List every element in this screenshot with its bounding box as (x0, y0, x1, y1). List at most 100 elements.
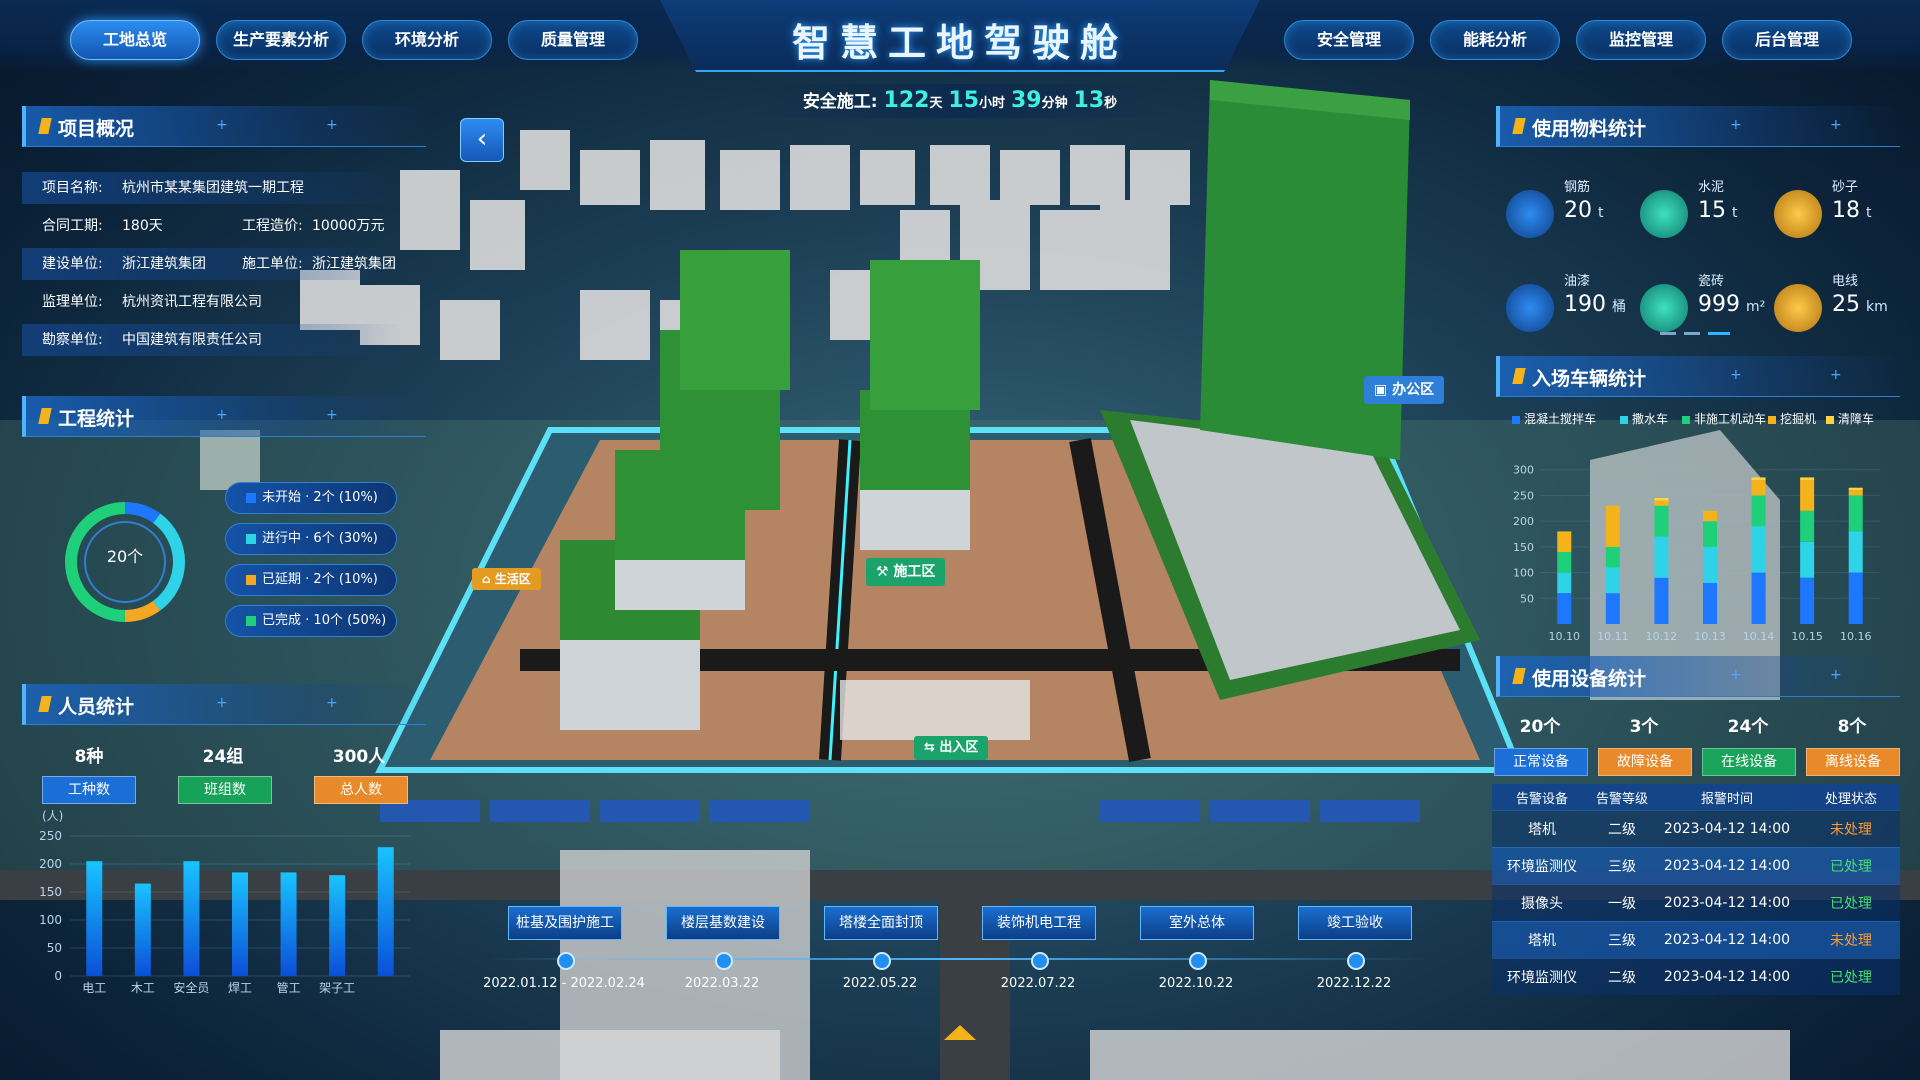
stack-6-0[interactable] (1848, 572, 1863, 624)
stack-3-1[interactable] (1703, 546, 1717, 583)
stack-1-3[interactable] (1605, 505, 1620, 547)
stack-0-3[interactable] (1557, 531, 1572, 552)
online-devices-button[interactable]: 在线设备 (1702, 748, 1796, 776)
material-name: 砂子 (1832, 180, 1859, 195)
carousel-dot[interactable] (1684, 332, 1700, 335)
legend-value: 6个 (30%) (313, 531, 378, 546)
stack-0-1[interactable] (1557, 572, 1572, 594)
timeline-phase-1[interactable]: 桩基及围护施工 (508, 906, 622, 940)
timer-minutes-unit: 分钟 (1041, 96, 1068, 111)
material-unit: m² (1746, 299, 1766, 315)
stack-6-3[interactable] (1848, 490, 1863, 496)
legend-completed[interactable]: 已完成 · 10个 (50%) (225, 605, 397, 637)
nav-tab-environment[interactable]: 环境分析 (362, 20, 492, 60)
zone-construction-label[interactable]: ⚒ 施工区 (866, 558, 946, 586)
legend-in-progress[interactable]: 进行中 · 6个 (30%) (225, 523, 397, 555)
stack-6-1[interactable] (1848, 531, 1863, 573)
stack-5-3[interactable] (1800, 480, 1815, 511)
timeline-phase-2[interactable]: 楼层基数建设 (666, 906, 780, 940)
nav-tab-safety[interactable]: 安全管理 (1284, 20, 1414, 60)
stack-5-2[interactable] (1800, 510, 1815, 542)
timeline-node[interactable] (1347, 952, 1365, 970)
timeline-node[interactable] (1189, 952, 1207, 970)
nav-tab-production[interactable]: 生产要素分析 (216, 20, 346, 60)
bar-0[interactable] (86, 861, 103, 976)
nav-tab-quality[interactable]: 质量管理 (508, 20, 638, 60)
bar-1[interactable] (134, 883, 151, 976)
stack-3-3[interactable] (1703, 510, 1717, 522)
faulty-devices-button[interactable]: 故障设备 (1598, 748, 1692, 776)
stack-0-2[interactable] (1557, 552, 1572, 573)
stack-3-2[interactable] (1703, 521, 1717, 547)
timeline-phase-5[interactable]: 室外总体 (1140, 906, 1254, 940)
cross-icon: + (1730, 367, 1742, 383)
table-row[interactable]: 塔机 三级 2023-04-12 14:00 未处理 (1492, 921, 1900, 958)
cell-level: 一级 (1608, 896, 1636, 912)
zone-office-label[interactable]: ▣ 办公区 (1364, 376, 1445, 404)
nav-tab-admin[interactable]: 后台管理 (1722, 20, 1852, 60)
offline-devices-button[interactable]: 离线设备 (1806, 748, 1900, 776)
back-button[interactable]: ‹ (460, 118, 504, 162)
cross-icon: + (326, 695, 338, 711)
zone-living-label[interactable]: ⌂ 生活区 (472, 568, 541, 590)
normal-devices-button[interactable]: 正常设备 (1494, 748, 1588, 776)
stack-5-4[interactable] (1800, 477, 1815, 480)
bar-3[interactable] (232, 872, 248, 976)
stack-2-1[interactable] (1654, 536, 1669, 578)
stack-1-1[interactable] (1605, 567, 1620, 594)
stack-1-2[interactable] (1605, 546, 1620, 568)
stack-6-4[interactable] (1848, 487, 1863, 491)
bar-6[interactable] (377, 847, 394, 976)
zone-entrance-label[interactable]: ⇆ 出入区 (914, 736, 989, 760)
legend-delayed[interactable]: 已延期 · 2个 (10%) (225, 564, 397, 596)
stack-1-0[interactable] (1605, 593, 1620, 624)
total-people-button[interactable]: 总人数 (314, 776, 408, 804)
stack-3-0[interactable] (1703, 582, 1717, 624)
worker-types-button[interactable]: 工种数 (42, 776, 136, 804)
nav-tab-overview[interactable]: 工地总览 (70, 20, 200, 60)
stack-2-0[interactable] (1654, 577, 1669, 624)
nav-tab-energy[interactable]: 能耗分析 (1430, 20, 1560, 60)
stack-2-3[interactable] (1654, 500, 1669, 506)
teams-button[interactable]: 班组数 (178, 776, 272, 804)
table-row[interactable]: 环境监测仪 三级 2023-04-12 14:00 已处理 (1492, 847, 1900, 884)
legend-not-started[interactable]: 未开始 · 2个 (10%) (225, 482, 397, 514)
timeline-node[interactable] (715, 952, 733, 970)
stack-4-3[interactable] (1751, 480, 1766, 496)
bar-2[interactable] (183, 861, 200, 976)
stack-5-0[interactable] (1800, 577, 1815, 624)
table-row[interactable]: 摄像头 一级 2023-04-12 14:00 已处理 (1492, 884, 1900, 921)
stack-4-1[interactable] (1751, 526, 1766, 573)
stack-4-4[interactable] (1751, 477, 1766, 480)
carousel-dot-active[interactable] (1708, 332, 1730, 335)
bar-5[interactable] (329, 875, 346, 976)
stack-6-2[interactable] (1848, 495, 1863, 532)
stack-0-0[interactable] (1557, 593, 1572, 624)
stack-2-2[interactable] (1654, 505, 1669, 537)
material-steel: 钢筋 20 t (1506, 176, 1636, 256)
teams-value: 24组 (202, 747, 244, 767)
timeline-date-5: 2022.10.22 (1158, 976, 1234, 991)
surveyor-row: 勘察单位: 中国建筑有限责任公司 (22, 324, 402, 356)
timeline-node[interactable] (557, 952, 575, 970)
material-unit: t (1598, 205, 1604, 221)
timeline-phase-6[interactable]: 竣工验收 (1298, 906, 1412, 940)
legend-color (246, 616, 256, 626)
timeline-node[interactable] (1031, 952, 1049, 970)
table-row[interactable]: 环境监测仪 二级 2023-04-12 14:00 已处理 (1492, 958, 1900, 995)
timeline-date-4: 2022.07.22 (1000, 976, 1076, 991)
timeline-phase-4[interactable]: 装饰机电工程 (982, 906, 1096, 940)
stack-5-1[interactable] (1800, 541, 1815, 578)
stack-4-0[interactable] (1751, 572, 1766, 624)
stack-2-4[interactable] (1654, 498, 1669, 501)
stack-4-2[interactable] (1751, 495, 1766, 527)
carousel-dot[interactable] (1660, 332, 1676, 335)
legend-value: 10个 (50%) (313, 613, 387, 628)
bar-4[interactable] (280, 872, 297, 976)
timeline-phase-3[interactable]: 塔楼全面封顶 (824, 906, 938, 940)
timeline-node[interactable] (873, 952, 891, 970)
material-wire: 电线 25 km (1774, 270, 1904, 350)
table-row[interactable]: 塔机 二级 2023-04-12 14:00 未处理 (1492, 810, 1900, 847)
personnel-stats-title: 人员统计 (58, 696, 135, 718)
nav-tab-monitor[interactable]: 监控管理 (1576, 20, 1706, 60)
